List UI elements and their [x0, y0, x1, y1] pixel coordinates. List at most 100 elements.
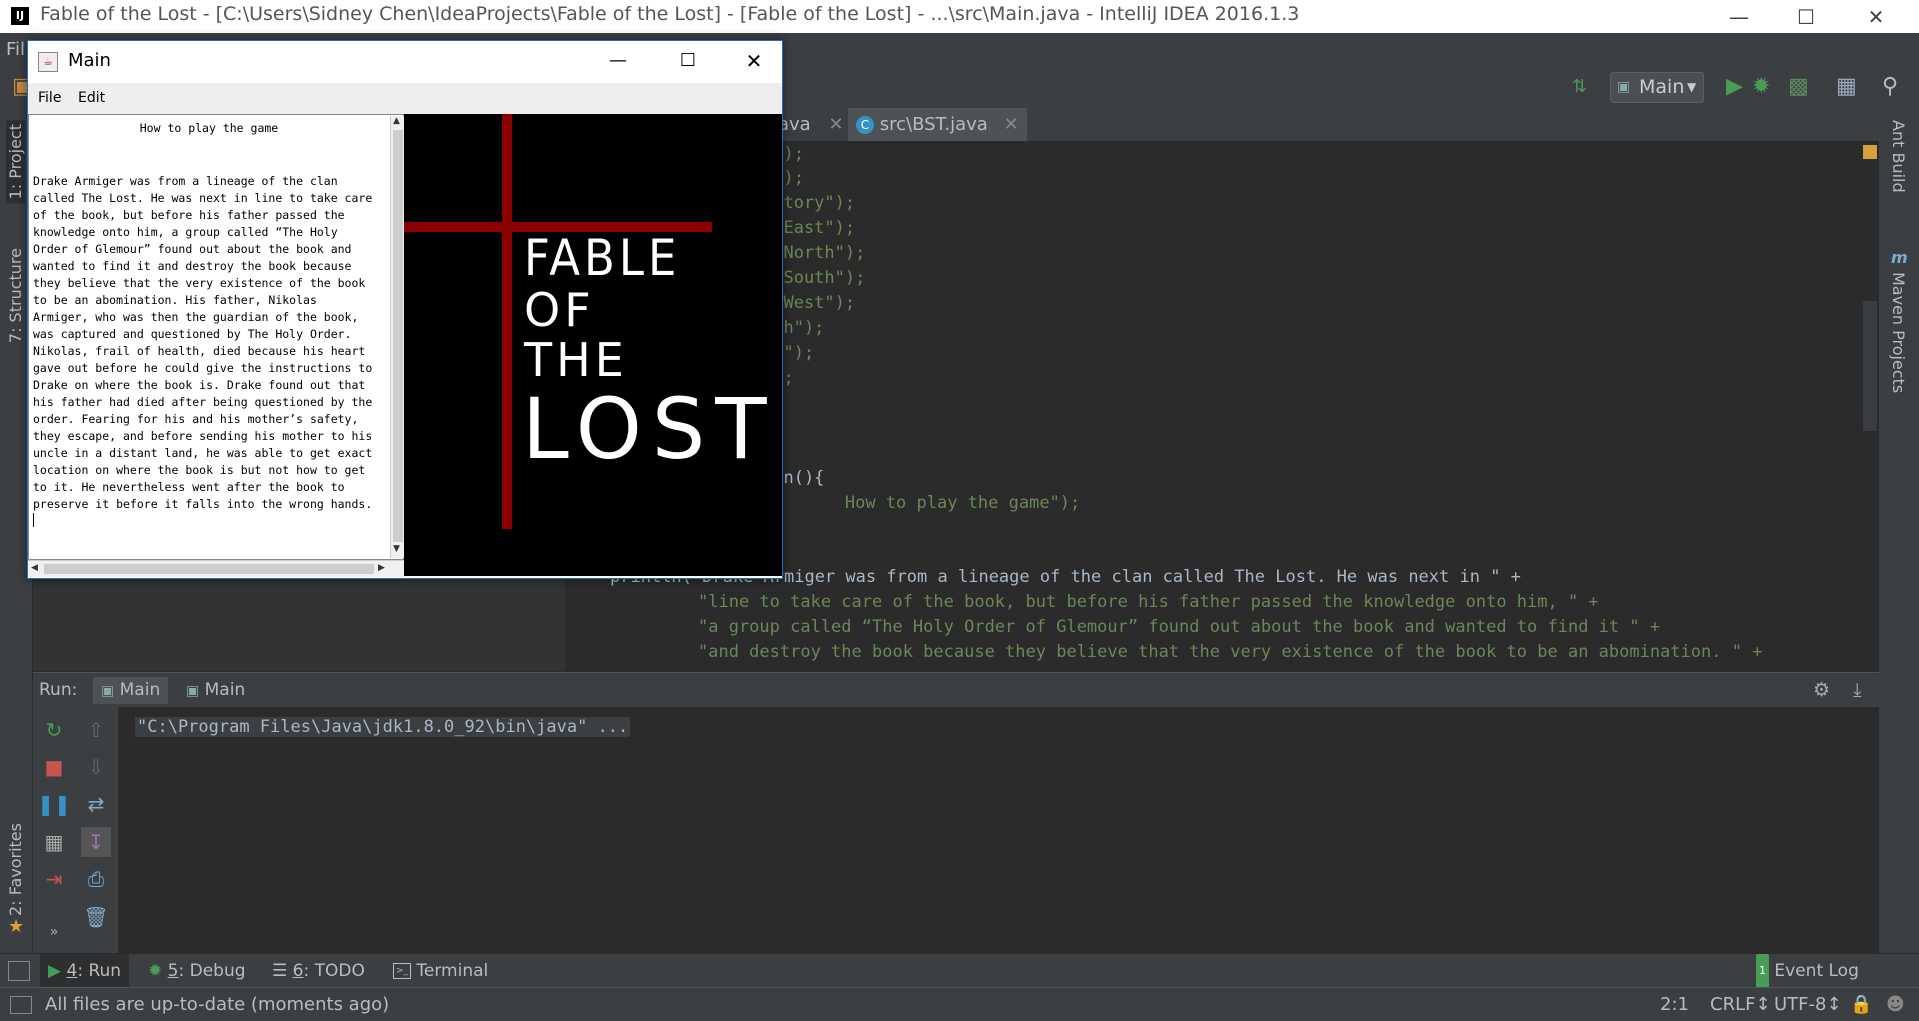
run-toolbar-primary: ↻ ■ ❚❚ ▦ ⇥ » [33, 707, 75, 953]
java-maximize-button[interactable]: ☐ [668, 47, 708, 75]
code-line: How to play the game"); [763, 493, 1081, 513]
pause-icon[interactable]: ❚❚ [37, 789, 71, 819]
scroll-left-arrow-icon[interactable]: ◀ [31, 563, 38, 573]
ide-title-bar: IJ Fable of the Lost - [C:\Users\Sidney … [0, 0, 1919, 33]
code-line: "and destroy the book because they belie… [698, 642, 1763, 662]
print-icon[interactable]: ⎙ [81, 864, 111, 894]
tool-event-log[interactable]: 1 Event Log [1756, 954, 1859, 988]
clear-all-icon[interactable]: 🗑 [81, 902, 111, 932]
ide-minimize-button[interactable]: — [1703, 0, 1775, 33]
tool-maven-projects[interactable]: Maven Projects [1889, 272, 1908, 393]
java-close-button[interactable]: ✕ [734, 47, 774, 75]
stop-icon[interactable]: ■ [39, 752, 69, 782]
event-log-badge: 1 [1756, 954, 1769, 988]
console-icon: ▣ [186, 683, 200, 699]
right-tool-stripe: Ant Build m Maven Projects [1879, 108, 1919, 953]
run-configuration-select[interactable]: ▣ Main ▼ [1610, 72, 1704, 103]
editor-scrollbar-thumb[interactable] [1863, 301, 1877, 431]
tool-run[interactable]: ▶ 4: Run [40, 954, 130, 988]
ide-maximize-button[interactable]: ☐ [1770, 0, 1842, 33]
run-tab-label: Main [204, 680, 246, 700]
tool-project[interactable]: 1: Project [6, 120, 25, 204]
warning-marker[interactable] [1863, 145, 1877, 159]
java-cup-icon: ☕ [38, 52, 58, 72]
soft-wrap-icon[interactable]: ⇄ [81, 789, 111, 819]
tool-todo[interactable]: ☰ 6: TODO [272, 954, 365, 988]
scroll-to-end-icon[interactable]: ↧ [81, 827, 111, 857]
settings-gear-icon[interactable]: ⚙ [1813, 673, 1830, 708]
menu-file[interactable]: Fil [6, 39, 25, 60]
toggle-tool-windows-icon[interactable] [8, 961, 30, 981]
logo-of: OF [524, 283, 595, 337]
file-encoding[interactable]: UTF-8↕ [1774, 988, 1842, 1021]
scroll-down-arrow-icon[interactable]: ▼ [393, 544, 400, 554]
code-line: "line to take care of the book, but befo… [698, 592, 1599, 612]
tab-main-java[interactable]: ava ✕ [778, 108, 844, 141]
close-icon[interactable]: ✕ [828, 114, 843, 135]
event-log-label: Event Log [1774, 961, 1859, 981]
todo-icon: ☰ [272, 961, 288, 981]
run-label: Run: [39, 680, 78, 700]
lock-icon[interactable]: 🔒 [1850, 988, 1872, 1021]
run-tab-main-2[interactable]: ▣ Main [178, 677, 253, 704]
ide-window-title: Fable of the Lost - [C:\Users\Sidney Che… [40, 3, 1300, 25]
line-separator[interactable]: CRLF↕ [1710, 988, 1771, 1021]
terminal-icon: >_ [393, 963, 411, 979]
up-arrow-icon[interactable]: ⇧ [81, 715, 111, 745]
story-text-area[interactable]: How to play the game Drake Armiger was f… [28, 114, 404, 560]
search-icon[interactable]: ⚲ [1882, 65, 1898, 108]
console-icon: ▣ [101, 683, 115, 699]
debug-small-icon: ✹ [148, 961, 163, 981]
status-bar: All files are up-to-date (moments ago) 2… [0, 987, 1919, 1021]
vertical-scroll-thumb[interactable] [393, 130, 403, 542]
project-structure-icon[interactable]: ▦ [1836, 65, 1857, 108]
logo-lost: LOST [522, 380, 777, 478]
run-config-icon: ▣ [1617, 79, 1631, 95]
scroll-right-arrow-icon[interactable]: ▶ [378, 563, 385, 573]
status-message[interactable]: All files are up-to-date (moments ago) [45, 988, 389, 1021]
tool-label: : Debug [178, 961, 246, 981]
run-tool-header: Run: ▣ Main ▣ Main ⚙ ⤓ [33, 672, 1879, 708]
scroll-up-arrow-icon[interactable]: ▲ [393, 116, 400, 126]
run-small-icon: ▶ [48, 961, 62, 981]
story-horizontal-scrollbar[interactable]: ◀ ▶ [28, 560, 404, 577]
down-arrow-icon[interactable]: ⇩ [81, 752, 111, 782]
tool-terminal[interactable]: >_ Terminal [393, 954, 488, 988]
horizontal-scroll-thumb[interactable] [44, 564, 374, 574]
story-vertical-scrollbar[interactable]: ▲ ▼ [390, 116, 405, 558]
java-app-window: ☕ Main — ☐ ✕ File Edit How to play the g… [27, 40, 783, 579]
dump-threads-icon[interactable]: ▦ [39, 827, 69, 857]
tool-label: : Run [77, 961, 122, 981]
java-menu-file[interactable]: File [38, 83, 61, 114]
story-title: How to play the game [139, 121, 279, 135]
tab-bst-java[interactable]: C src\BST.java ✕ [848, 108, 1027, 141]
text-caret [33, 513, 34, 527]
java-minimize-button[interactable]: — [598, 47, 638, 75]
code-line: "a group called “The Holy Order of Glemo… [698, 617, 1661, 637]
run-tab-main-1[interactable]: ▣ Main [93, 677, 169, 704]
java-window-title-bar: ☕ Main — ☐ ✕ [28, 41, 782, 83]
exit-icon[interactable]: ⇥ [39, 864, 69, 894]
hide-panel-icon[interactable]: ⤓ [1853, 673, 1861, 708]
run-console[interactable]: "C:\Program Files\Java\jdk1.8.0_92\bin\j… [33, 707, 1879, 953]
tool-number: 6 [292, 961, 304, 981]
inspector-icon[interactable]: ☻ [1886, 988, 1905, 1021]
close-icon[interactable]: ✕ [1004, 114, 1019, 135]
tool-debug[interactable]: ✹ 5: Debug [148, 954, 246, 988]
ide-close-button[interactable]: ✕ [1840, 0, 1912, 33]
run-toolbar-secondary: ⇧ ⇩ ⇄ ↧ ⎙ 🗑 [75, 707, 119, 953]
java-menu-edit[interactable]: Edit [78, 83, 105, 114]
tool-favorites[interactable]: 2: Favorites [6, 823, 25, 916]
caret-position[interactable]: 2:1 [1660, 988, 1689, 1021]
run-icon[interactable]: ▶ [1726, 65, 1743, 108]
editor-error-stripe[interactable] [1861, 141, 1879, 671]
tool-structure[interactable]: 7: Structure [6, 248, 25, 343]
coverage-icon[interactable]: ▩ [1788, 65, 1809, 108]
tool-ant-build[interactable]: Ant Build [1889, 120, 1908, 193]
debug-icon[interactable]: ✹ [1752, 65, 1770, 108]
rerun-icon[interactable]: ↻ [39, 715, 69, 745]
more-icon[interactable]: » [39, 917, 69, 947]
status-panel-icon[interactable] [10, 996, 32, 1014]
vcs-update-icon[interactable]: ⇅ [1572, 65, 1587, 108]
run-tab-label: Main [119, 680, 161, 700]
